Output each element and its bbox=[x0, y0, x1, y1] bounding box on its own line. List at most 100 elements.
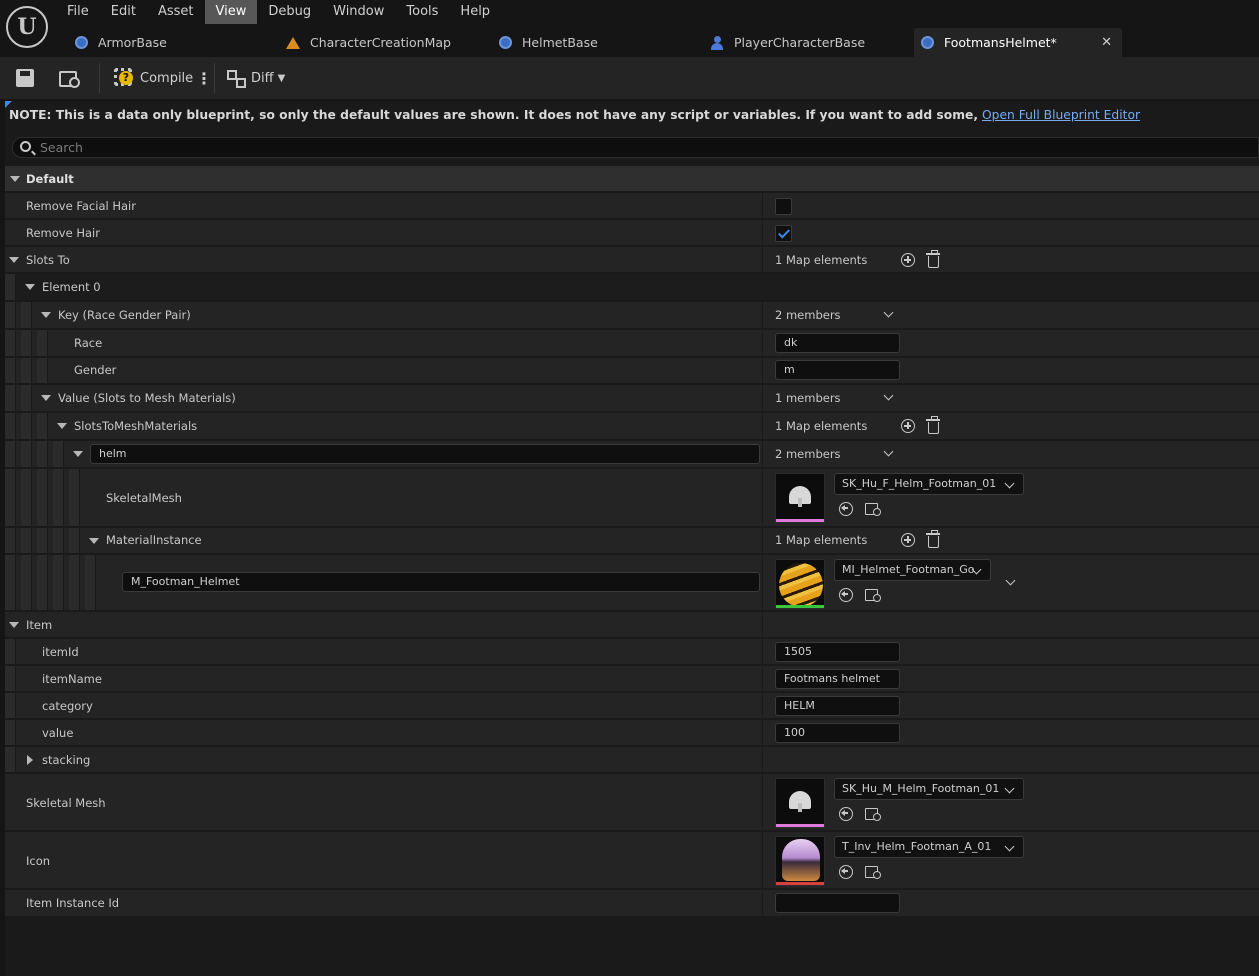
menu-view[interactable]: View bbox=[204, 0, 258, 24]
compile-options-button[interactable]: ⋮ bbox=[196, 65, 212, 91]
trash-icon[interactable] bbox=[926, 416, 940, 434]
asset-thumbnail[interactable] bbox=[775, 473, 825, 523]
toolbar-divider bbox=[99, 63, 100, 93]
asset-picker-combo[interactable]: SK_Hu_F_Helm_Footman_01 bbox=[834, 473, 1024, 495]
menu-debug[interactable]: Debug bbox=[257, 0, 322, 24]
menu-edit[interactable]: Edit bbox=[100, 0, 147, 24]
property-label: MaterialInstance bbox=[106, 533, 202, 547]
menu-asset[interactable]: Asset bbox=[147, 0, 205, 24]
browse-to-asset-icon[interactable] bbox=[865, 865, 881, 879]
toolbar-divider bbox=[214, 63, 215, 93]
indent-guide bbox=[5, 693, 16, 718]
helmet-texture-thumbnail bbox=[782, 839, 820, 881]
property-label: itemId bbox=[42, 645, 79, 659]
row-key-race-gender-pair: Key (Race Gender Pair) 2 members bbox=[5, 302, 1259, 329]
property-label: Item bbox=[26, 618, 53, 632]
expand-arrow-icon[interactable] bbox=[41, 312, 51, 318]
expand-arrow-icon[interactable] bbox=[41, 395, 51, 401]
item-instance-id-field[interactable] bbox=[775, 893, 900, 913]
use-selected-asset-icon[interactable] bbox=[839, 865, 853, 879]
search-input[interactable] bbox=[40, 138, 1240, 157]
tab-charactercreationmap[interactable]: CharacterCreationMap bbox=[280, 28, 480, 57]
use-selected-asset-icon[interactable] bbox=[839, 502, 853, 516]
asset-thumbnail[interactable] bbox=[775, 559, 825, 609]
expand-arrow-icon[interactable] bbox=[27, 755, 33, 765]
map-key-field[interactable]: helm bbox=[90, 444, 760, 464]
expand-arrow-icon[interactable] bbox=[73, 451, 83, 457]
expand-arrow-icon[interactable] bbox=[89, 538, 99, 544]
gender-field[interactable]: m bbox=[775, 360, 900, 380]
use-selected-asset-icon[interactable] bbox=[839, 807, 853, 821]
menu-tools[interactable]: Tools bbox=[395, 0, 449, 24]
blueprint-icon bbox=[920, 36, 934, 50]
chevron-down-icon[interactable] bbox=[1005, 575, 1016, 586]
item-id-field[interactable]: 1505 bbox=[775, 642, 900, 662]
asset-picker-combo[interactable]: SK_Hu_M_Helm_Footman_01 bbox=[834, 778, 1024, 800]
property-label: Race bbox=[74, 336, 103, 350]
diff-button[interactable]: Diff ▼ bbox=[227, 65, 285, 91]
column-divider bbox=[762, 330, 763, 356]
helmet-mesh-thumbnail bbox=[789, 486, 811, 507]
chevron-down-icon[interactable] bbox=[883, 446, 894, 457]
indent-guide bbox=[37, 358, 48, 383]
expand-arrow-icon[interactable] bbox=[57, 423, 67, 429]
unreal-logo-icon[interactable]: U bbox=[6, 6, 48, 48]
save-button[interactable] bbox=[16, 65, 34, 91]
use-selected-asset-icon[interactable] bbox=[839, 588, 853, 602]
browse-button[interactable] bbox=[59, 65, 80, 91]
asset-picker-combo[interactable]: T_Inv_Helm_Footman_A_01 bbox=[834, 836, 1024, 858]
column-divider bbox=[762, 441, 763, 467]
property-label: Slots To bbox=[26, 253, 70, 267]
chevron-down-icon[interactable] bbox=[883, 307, 894, 318]
add-element-icon[interactable] bbox=[901, 419, 915, 433]
browse-to-asset-icon[interactable] bbox=[865, 588, 881, 602]
tab-playercharacterbase[interactable]: PlayerCharacterBase bbox=[704, 28, 904, 57]
menu-window[interactable]: Window bbox=[322, 0, 395, 24]
category-field[interactable]: HELM bbox=[775, 696, 900, 716]
asset-thumbnail[interactable] bbox=[775, 778, 825, 828]
row-race: Race dk bbox=[5, 330, 1259, 357]
browse-to-asset-icon[interactable] bbox=[865, 502, 881, 516]
column-divider bbox=[762, 193, 763, 218]
row-value-slots-to-mesh-materials: Value (Slots to Mesh Materials) 1 member… bbox=[5, 385, 1259, 412]
menu-help[interactable]: Help bbox=[449, 0, 501, 24]
tab-helmetbase[interactable]: HelmetBase bbox=[492, 28, 692, 57]
close-icon[interactable]: ✕ bbox=[1101, 35, 1112, 50]
add-element-icon[interactable] bbox=[901, 253, 915, 267]
map-key-field[interactable]: M_Footman_Helmet bbox=[122, 572, 760, 592]
tab-footmanshelmet[interactable]: FootmansHelmet* ✕ bbox=[914, 28, 1122, 57]
tab-armorbase[interactable]: ArmorBase bbox=[68, 28, 268, 57]
expand-arrow-icon[interactable] bbox=[9, 257, 19, 263]
menu-file[interactable]: File bbox=[56, 0, 100, 24]
note-text: NOTE: This is a data only blueprint, so … bbox=[9, 108, 979, 122]
value-field[interactable]: 100 bbox=[775, 723, 900, 743]
column-divider bbox=[762, 666, 763, 691]
open-full-blueprint-editor-link[interactable]: Open Full Blueprint Editor bbox=[982, 108, 1140, 122]
column-divider bbox=[762, 720, 763, 745]
trash-icon[interactable] bbox=[926, 530, 940, 548]
character-icon bbox=[710, 35, 724, 50]
chevron-down-icon[interactable] bbox=[883, 390, 894, 401]
category-default[interactable]: Default bbox=[5, 166, 1259, 192]
expand-arrow-icon[interactable] bbox=[25, 284, 35, 290]
save-icon bbox=[16, 69, 34, 87]
trash-icon[interactable] bbox=[926, 250, 940, 268]
search-bar bbox=[12, 137, 1259, 158]
remove-facial-hair-checkbox[interactable] bbox=[775, 198, 792, 215]
item-name-field[interactable]: Footmans helmet bbox=[775, 669, 900, 689]
asset-thumbnail[interactable] bbox=[775, 836, 825, 886]
expand-arrow-icon[interactable] bbox=[9, 622, 19, 628]
add-element-icon[interactable] bbox=[901, 533, 915, 547]
diff-label: Diff bbox=[251, 70, 274, 86]
data-only-note: NOTE: This is a data only blueprint, so … bbox=[9, 106, 1140, 124]
row-slots-to-mesh-materials: SlotsToMeshMaterials 1 Map elements bbox=[5, 413, 1259, 440]
tab-label: HelmetBase bbox=[522, 35, 598, 50]
race-field[interactable]: dk bbox=[775, 333, 900, 353]
map-count: 1 Map elements bbox=[775, 533, 868, 547]
column-divider bbox=[762, 469, 763, 526]
compile-button[interactable]: ? Compile bbox=[114, 65, 193, 91]
remove-hair-checkbox[interactable] bbox=[775, 225, 792, 242]
browse-to-asset-icon[interactable] bbox=[865, 807, 881, 821]
property-label: Gender bbox=[74, 363, 117, 377]
asset-picker-combo[interactable]: MI_Helmet_Footman_Go bbox=[834, 559, 991, 581]
